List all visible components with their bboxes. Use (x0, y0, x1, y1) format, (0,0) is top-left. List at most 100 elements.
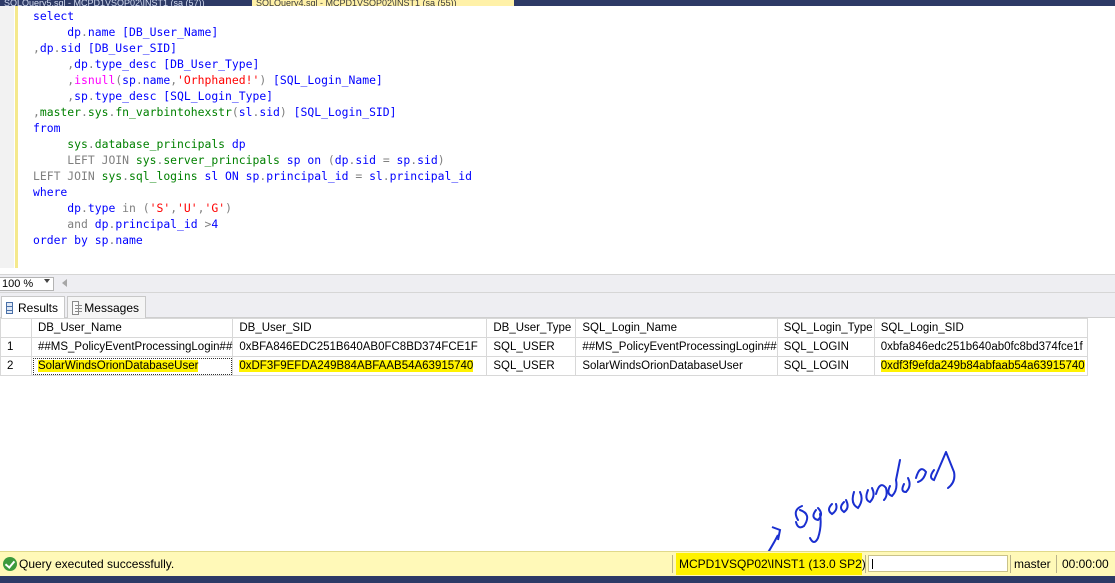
code-line: LEFT JOIN sys.server_principals sp on (d… (33, 152, 472, 168)
grid-cell[interactable]: SQL_USER (486, 356, 577, 376)
grid-cell[interactable]: 0xDF3F9EFDA249B84ABFAAB54A63915740 (232, 356, 488, 376)
code-token: . (87, 57, 95, 71)
grid-cell[interactable]: SolarWindsOrionDatabaseUser (30, 356, 234, 376)
status-elapsed-time: 00:00:00 (1062, 557, 1109, 571)
code-token: server_principals (163, 153, 280, 167)
column-header[interactable]: DB_User_SID (232, 318, 488, 338)
code-token: . (122, 169, 130, 183)
text-caret (872, 559, 873, 569)
code-line: select (33, 8, 472, 24)
code-token: . (81, 201, 88, 215)
table-row[interactable]: 1 ##MS_PolicyEventProcessingLogin## 0xBFA8… (0, 337, 1088, 357)
code-token: . (81, 105, 88, 119)
messages-icon (72, 300, 83, 315)
column-header[interactable]: SQL_Login_Type (776, 318, 875, 338)
results-grid[interactable]: DB_User_Name DB_User_SID DB_User_Type SQ… (0, 318, 1115, 546)
status-separator (1056, 555, 1057, 573)
code-token: ) (279, 105, 287, 119)
code-token: principal_id (266, 169, 356, 183)
code-token: 'Orhphaned!' (177, 73, 260, 87)
grid-cell[interactable]: SQL_LOGIN (776, 356, 875, 376)
code-token: . (81, 25, 88, 39)
code-token: name [DB_User_Name] (87, 25, 219, 39)
grid-cell[interactable]: SQL_LOGIN (776, 337, 875, 357)
code-token: dp (33, 25, 82, 39)
code-token: sys (101, 169, 123, 183)
code-token: LEFT JOIN (67, 153, 130, 167)
tab-messages[interactable]: Messages (67, 296, 146, 318)
code-token: sp (279, 153, 308, 167)
code-token: sys (67, 137, 88, 151)
query-editor[interactable]: select dp.name [DB_User_Name] ,dp.sid [DB… (0, 6, 1115, 274)
code-token: dp (74, 57, 88, 71)
code-token: where (33, 185, 68, 199)
code-token: sl (197, 169, 226, 183)
grid-cell[interactable]: SQL_USER (486, 337, 577, 357)
status-database: master (1014, 557, 1051, 571)
code-token: 'U' (177, 201, 198, 215)
code-line: ,isnull(sp.name,'Orhphaned!') [SQL_Login… (33, 72, 472, 88)
row-number-header[interactable] (0, 318, 32, 338)
grid-cell[interactable]: ##MS_PolicyEventProcessingLogin## (575, 337, 778, 357)
code-token: sl (238, 105, 253, 119)
code-token: name (115, 233, 143, 247)
code-token: [SQL_Login_Name] (266, 73, 383, 87)
tab-results-label: Results (17, 300, 58, 315)
grid-cell-text: SQL_LOGIN (783, 360, 849, 372)
tab-messages-label: Messages (84, 300, 139, 315)
column-header[interactable]: DB_User_Type (486, 318, 577, 338)
row-number[interactable]: 2 (0, 356, 32, 376)
code-token: sid (259, 105, 280, 119)
column-header[interactable]: SQL_Login_SID (873, 318, 1088, 338)
grid-cell-text: 0xDF3F9EFDA249B84ABFAAB54A63915740 (239, 360, 474, 372)
grid-cell-text: 0xbfa846edc251b640ab0fc8bd374fce1f (880, 341, 1083, 353)
code-token: isnull (74, 73, 116, 87)
code-line: where (33, 184, 472, 200)
code-token: ON (225, 169, 239, 183)
code-token: type_desc [DB_User_Type] (94, 57, 260, 71)
grid-cell-text: SQL_USER (493, 360, 555, 372)
grid-cell[interactable]: ##MS_PolicyEventProcessingLogin## (30, 337, 234, 357)
grid-cell-text: SolarWindsOrionDatabaseUser (582, 360, 743, 372)
code-token: ) (437, 153, 445, 167)
code-token: sid [DB_User_SID] (60, 41, 178, 55)
code-token: ( (135, 201, 150, 215)
code-token: sp (74, 89, 88, 103)
code-token: sys (87, 105, 109, 119)
row-number[interactable]: 1 (0, 337, 32, 357)
code-token: sl (362, 169, 383, 183)
grid-cell[interactable]: SolarWindsOrionDatabaseUser (575, 356, 778, 376)
table-row[interactable]: 2 SolarWindsOrionDatabaseUser 0xDF3F9EFDA2… (0, 356, 1088, 376)
grid-cell[interactable]: 0xdf3f9efda249b84abfaab54a63915740 (873, 356, 1088, 376)
code-token: type (87, 201, 123, 215)
scroll-left-arrow-icon[interactable] (62, 279, 67, 287)
code-token: on (307, 153, 322, 167)
code-token: select (33, 9, 75, 23)
status-login-field (868, 555, 1008, 572)
column-header[interactable]: SQL_Login_Name (575, 318, 778, 338)
grid-cell[interactable]: 0xBFA846EDC251B640AB0FC8BD374FCE1F (232, 337, 488, 357)
code-token: , (33, 41, 40, 55)
chevron-down-icon[interactable] (44, 279, 50, 283)
code-token: sp (87, 233, 109, 247)
tab-results[interactable]: Results (1, 296, 65, 318)
query-text[interactable]: select dp.name [DB_User_Name] ,dp.sid [DB… (33, 8, 472, 248)
code-token: order by (33, 233, 88, 247)
code-token: name (142, 73, 171, 87)
code-token: sp (238, 169, 260, 183)
grid-cell[interactable]: 0xbfa846edc251b640ab0fc8bd374fce1f (873, 337, 1088, 357)
code-line: ,dp.type_desc [DB_User_Type] (33, 56, 472, 72)
status-message: Query executed successfully. (19, 557, 175, 571)
editor-gutter (0, 6, 14, 268)
code-token: = (382, 153, 390, 167)
code-token: dp (33, 201, 82, 215)
editor-change-bar (15, 6, 18, 268)
code-line: LEFT JOIN sys.sql_logins sl ON sp.princi… (33, 168, 472, 184)
status-server: MCPD1VSQP02\INST1 (13.0 SP2) (676, 553, 866, 575)
column-header[interactable]: DB_User_Name (30, 318, 234, 338)
code-token: 'G' (204, 201, 226, 215)
